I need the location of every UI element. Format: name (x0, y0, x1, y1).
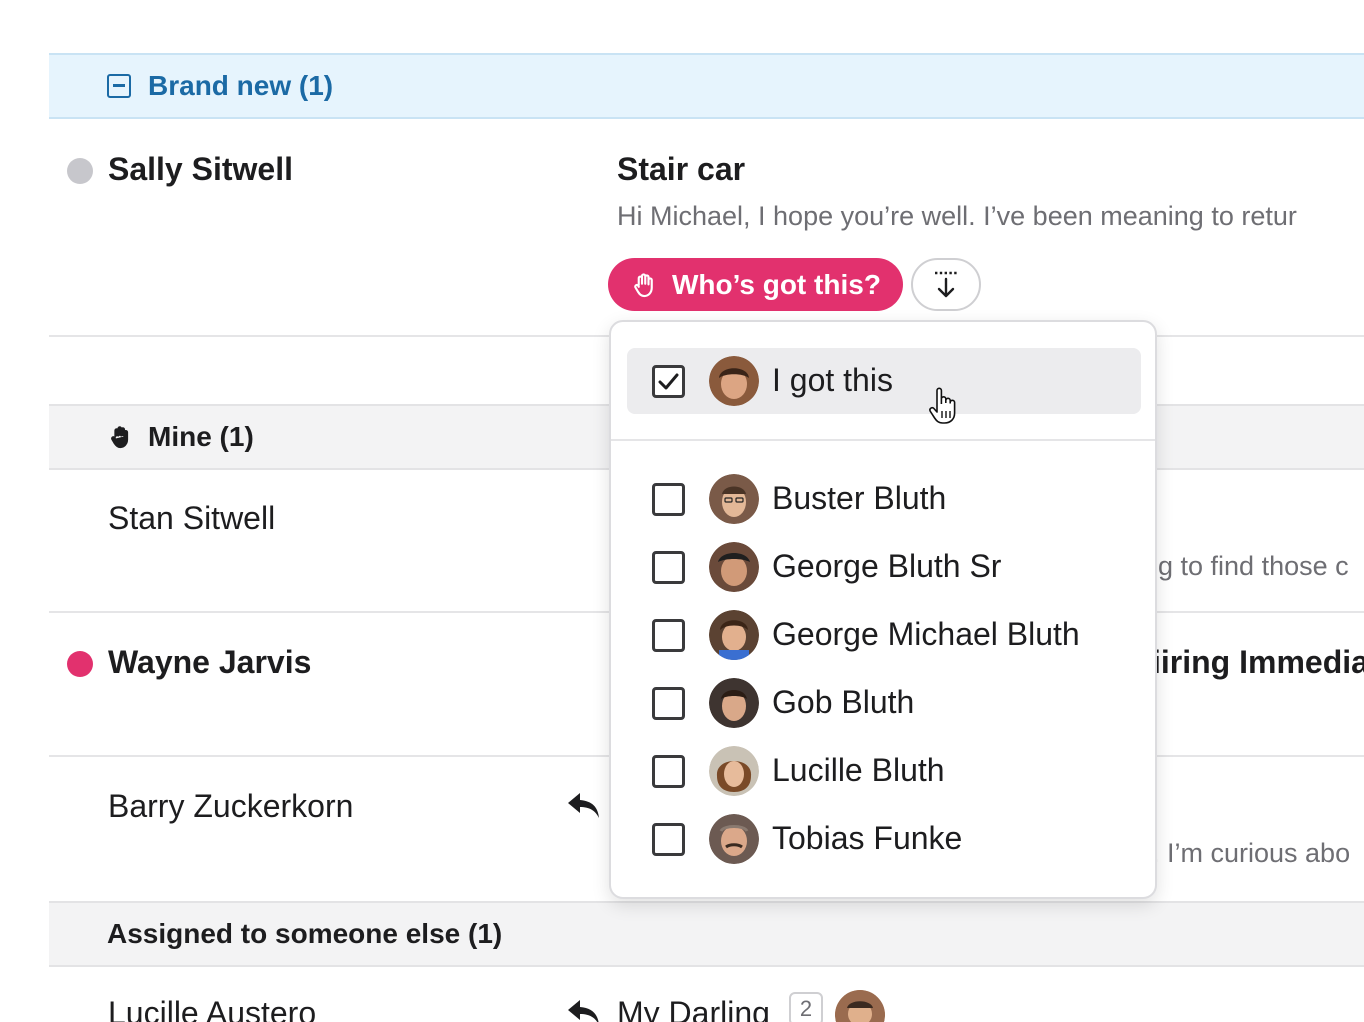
reply-icon (568, 793, 599, 818)
conversation-preview: . I’m curious abo (1152, 838, 1351, 868)
assign-option-buster-bluth[interactable]: Buster Bluth (627, 466, 1141, 532)
message-count-badge: 2 (789, 992, 823, 1022)
reply-icon (568, 1000, 599, 1022)
avatar (709, 474, 759, 524)
contact-name: Barry Zuckerkorn (108, 788, 354, 824)
whos-got-this-label: Who’s got this? (672, 268, 881, 300)
assign-option-label: Tobias Funke (772, 820, 963, 856)
assign-menu: I got this Buster Bluth George Bluth Sr … (609, 320, 1157, 899)
unread-dot (67, 651, 93, 677)
assign-option-label: Gob Bluth (772, 684, 915, 720)
move-to-button[interactable] (911, 258, 981, 311)
assign-option-gob-bluth[interactable]: Gob Bluth (627, 670, 1141, 736)
checkbox[interactable] (652, 483, 685, 516)
checkbox-checked[interactable] (652, 365, 685, 398)
assign-option-label: George Bluth Sr (772, 548, 1002, 584)
avatar (835, 990, 885, 1022)
contact-name: Wayne Jarvis (108, 644, 312, 680)
raised-hand-icon (111, 426, 129, 449)
assign-option-label: I got this (772, 362, 893, 398)
contact-name: Lucille Austero (108, 995, 317, 1022)
assign-option-label: George Michael Bluth (772, 616, 1080, 652)
checkbox[interactable] (652, 619, 685, 652)
avatar (709, 610, 759, 660)
section-label: Assigned to someone else (1) (107, 918, 503, 949)
assign-option-tobias-funke[interactable]: Tobias Funke (627, 806, 1141, 872)
section-label: Brand new (1) (148, 70, 334, 101)
whos-got-this-button[interactable]: Who’s got this? (608, 258, 903, 311)
conversation-subject: My Darling (617, 995, 770, 1022)
status-dot (67, 158, 93, 184)
section-brand-new[interactable]: Brand new (1) (49, 53, 1364, 119)
assign-option-george-michael-bluth[interactable]: George Michael Bluth (627, 602, 1141, 668)
hand-pointer-cursor-icon (929, 387, 956, 424)
checkbox[interactable] (652, 687, 685, 720)
avatar (709, 542, 759, 592)
section-assigned-else[interactable]: Assigned to someone else (1) (49, 901, 1364, 967)
section-label: Mine (1) (148, 421, 254, 452)
checkbox[interactable] (652, 755, 685, 788)
assign-option-lucille-bluth[interactable]: Lucille Bluth (627, 738, 1141, 804)
contact-name: Sally Sitwell (108, 151, 293, 187)
avatar (709, 814, 759, 864)
move-down-icon (935, 271, 957, 297)
conversation-subject: Stair car (617, 151, 746, 187)
conversation-preview: g to find those c (1158, 551, 1349, 581)
assign-option-label: Buster Bluth (772, 480, 947, 516)
raised-hand-icon (634, 272, 653, 297)
assign-option-label: Lucille Bluth (772, 752, 945, 788)
checkbox[interactable] (652, 823, 685, 856)
avatar (709, 678, 759, 728)
check-icon (658, 373, 679, 390)
avatar (709, 746, 759, 796)
conversation-preview: Hi Michael, I hope you’re well. I’ve bee… (617, 201, 1297, 231)
avatar (709, 356, 759, 406)
assign-option-self[interactable]: I got this (627, 348, 1141, 414)
conversation-subject: iiring Immedia (1152, 644, 1364, 680)
menu-divider (611, 439, 1155, 441)
contact-name: Stan Sitwell (108, 500, 276, 536)
checkbox[interactable] (652, 551, 685, 584)
assign-option-george-bluth-sr[interactable]: George Bluth Sr (627, 534, 1141, 600)
collapse-icon[interactable] (107, 74, 131, 98)
